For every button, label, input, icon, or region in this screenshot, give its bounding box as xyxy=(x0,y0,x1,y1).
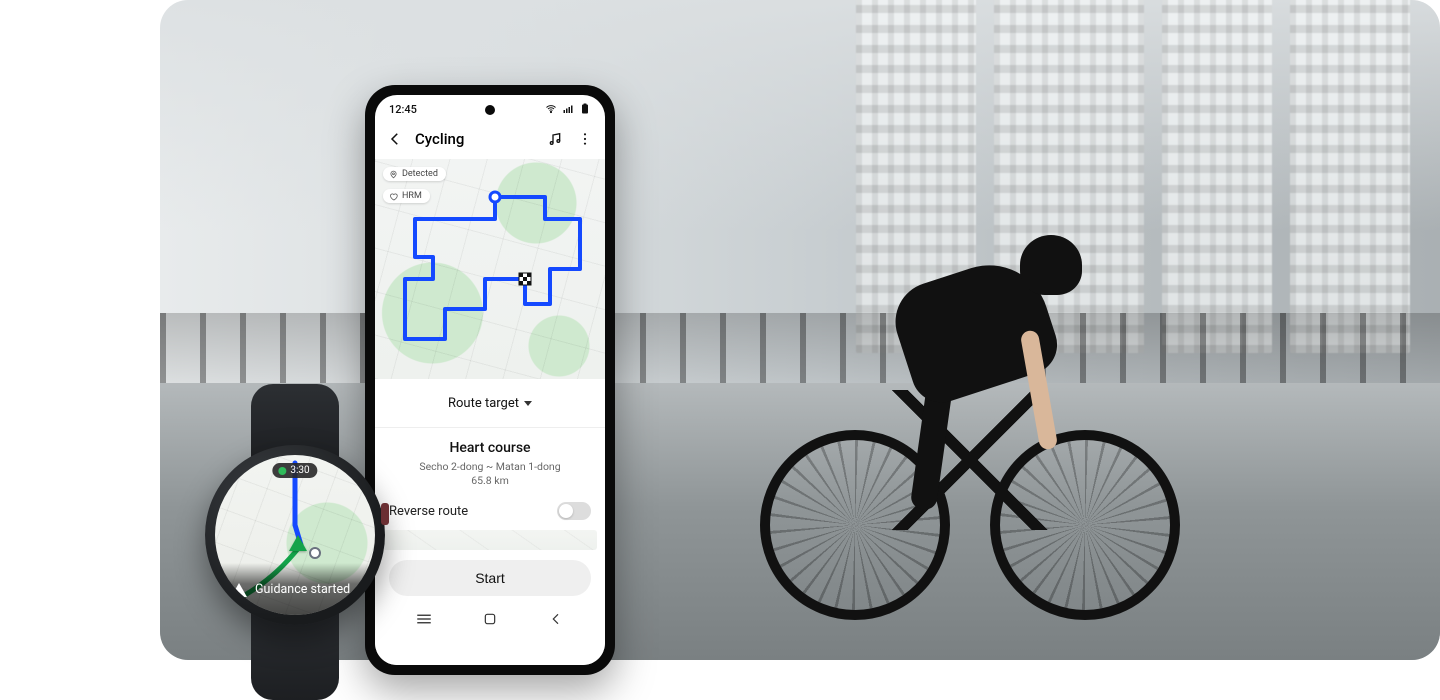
phone-frame: 12:45 Cycling Detected xyxy=(365,85,615,675)
route-map[interactable]: Detected HRM xyxy=(375,159,605,379)
route-path xyxy=(375,159,605,379)
route-target-dropdown[interactable]: Route target xyxy=(448,396,532,411)
mini-map-strip xyxy=(383,530,597,550)
course-info: Heart course Secho 2-dong ~ Matan 1-dong… xyxy=(375,428,605,492)
signal-icon xyxy=(562,103,574,115)
watch-banner-text: Guidance started xyxy=(255,583,350,597)
battery-icon xyxy=(579,103,591,115)
start-button-label: Start xyxy=(475,570,505,586)
watch-frame: 3:30 Guidance started xyxy=(195,400,395,670)
nav-cursor-icon xyxy=(289,535,307,551)
watch-guidance-banner: Guidance started xyxy=(215,563,375,615)
bottom-sheet: Route target Heart course Secho 2-dong ~… xyxy=(375,379,605,665)
reverse-route-row[interactable]: Reverse route xyxy=(375,492,605,530)
watch-time: 3:30 xyxy=(290,465,309,476)
status-icons xyxy=(545,103,591,115)
status-time: 12:45 xyxy=(389,103,417,116)
nav-back-icon[interactable] xyxy=(536,609,576,629)
nav-recents-icon[interactable] xyxy=(404,609,444,629)
watch-time-pill: 3:30 xyxy=(272,463,317,478)
gps-active-icon xyxy=(278,467,286,475)
course-distance: 65.8 km xyxy=(471,474,509,487)
more-icon[interactable] xyxy=(575,129,595,149)
phone-camera-cutout xyxy=(485,105,495,115)
nav-home-icon[interactable] xyxy=(470,609,510,629)
watch-crown xyxy=(381,503,389,525)
start-button[interactable]: Start xyxy=(389,560,591,596)
back-icon[interactable] xyxy=(385,129,405,149)
watch-face[interactable]: 3:30 Guidance started xyxy=(215,455,375,615)
watch-body: 3:30 Guidance started xyxy=(205,445,385,625)
chevron-down-icon xyxy=(524,401,532,406)
nav-bar xyxy=(375,602,605,636)
course-name: Heart course xyxy=(385,440,595,456)
course-subtitle: Secho 2-dong ~ Matan 1-dong xyxy=(419,460,560,473)
app-header: Cycling xyxy=(375,123,605,159)
phone-screen: 12:45 Cycling Detected xyxy=(375,95,605,665)
app-title: Cycling xyxy=(415,130,535,148)
music-icon[interactable] xyxy=(545,129,565,149)
cyclist-illustration xyxy=(760,190,1180,620)
navigation-arrow-icon xyxy=(231,583,247,597)
reverse-route-toggle[interactable] xyxy=(557,502,591,520)
route-target-label: Route target xyxy=(448,396,519,411)
wifi-icon xyxy=(545,103,557,115)
reverse-route-label: Reverse route xyxy=(389,504,468,519)
